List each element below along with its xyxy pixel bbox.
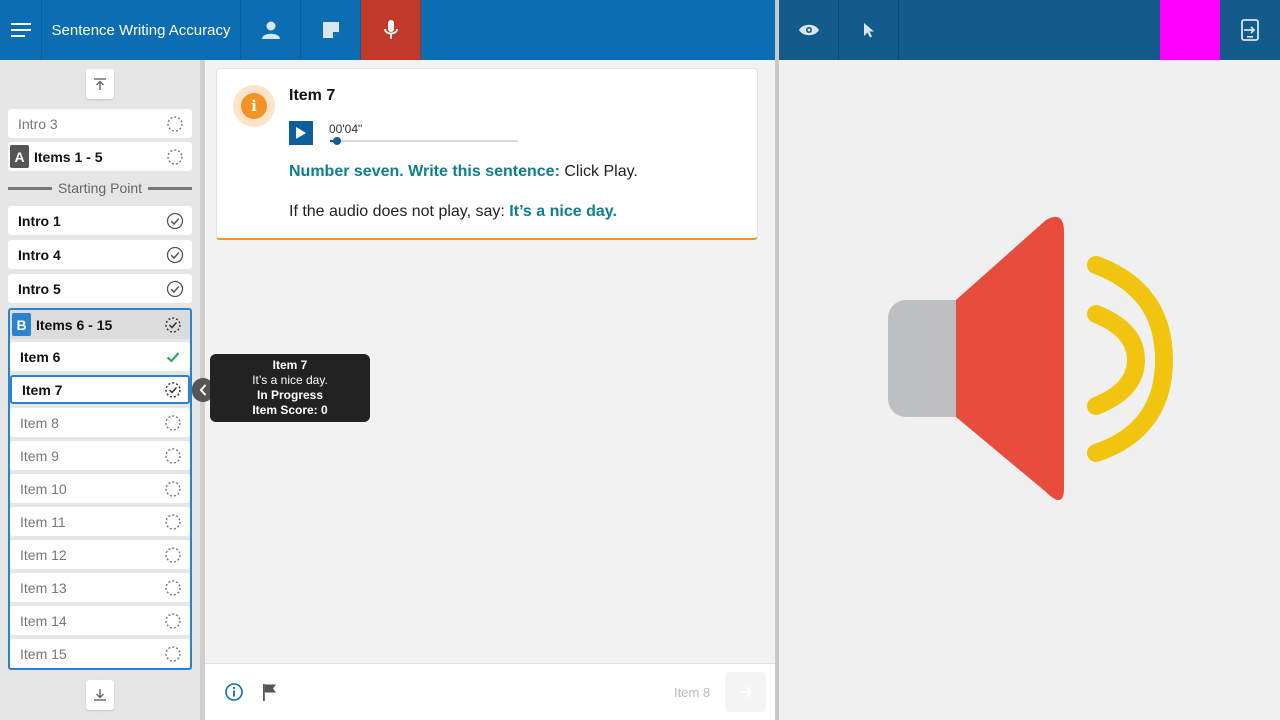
not-started-icon xyxy=(165,580,181,596)
card-title: Item 7 xyxy=(289,87,336,104)
section-b-group: B Items 6 - 15 Item 6 Item 7 Item 8 Item… xyxy=(8,308,192,670)
instruction-rest: Click Play. xyxy=(559,163,638,180)
notes-button[interactable] xyxy=(301,0,361,60)
starting-point-divider: Starting Point xyxy=(8,180,192,196)
section-a-badge: A xyxy=(10,145,29,168)
fallback-text: If the audio does not play, say: It’s a … xyxy=(289,203,617,221)
arrow-to-top-icon xyxy=(94,78,106,90)
not-started-icon xyxy=(165,514,181,530)
scroll-bottom-button[interactable] xyxy=(86,680,114,710)
section-a-label: Items 1 - 5 xyxy=(34,148,103,165)
tooltip-sentence: It’s a nice day. xyxy=(252,373,328,387)
not-started-icon xyxy=(167,116,183,132)
not-started-icon xyxy=(165,415,181,431)
microphone-button[interactable] xyxy=(361,0,421,60)
menu-button[interactable] xyxy=(0,0,42,60)
info-badge: i xyxy=(233,85,275,127)
completed-check-icon xyxy=(166,246,184,264)
section-b-label: Items 6 - 15 xyxy=(36,316,113,333)
audio-progress-knob[interactable] xyxy=(332,137,341,145)
arrow-right-icon xyxy=(738,686,752,698)
not-started-icon xyxy=(165,646,181,662)
play-button[interactable] xyxy=(289,121,313,145)
info-circle-icon[interactable] xyxy=(224,682,244,702)
sidebar-item-13[interactable]: Item 13 xyxy=(10,573,190,602)
not-started-icon xyxy=(165,448,181,464)
fallback-prefix: If the audio does not play, say: xyxy=(289,203,510,220)
item-card: i Item 7 00'04" Number seven. Write this… xyxy=(216,68,758,240)
sidebar-item-intro-5[interactable]: Intro 5 xyxy=(8,274,192,303)
sidebar-item-9[interactable]: Item 9 xyxy=(10,441,190,470)
microphone-icon xyxy=(383,20,398,39)
fallback-sentence: It’s a nice day. xyxy=(509,203,617,220)
next-item-label: Item 8 xyxy=(674,685,711,700)
not-started-icon xyxy=(165,547,181,563)
sidebar-item-intro-1[interactable]: Intro 1 xyxy=(8,206,192,235)
completed-check-icon xyxy=(166,212,184,230)
audio-progress-track[interactable] xyxy=(330,140,518,142)
sidebar-item-intro-4[interactable]: Intro 4 xyxy=(8,240,192,269)
sidebar-item-10[interactable]: Item 10 xyxy=(10,474,190,503)
sidebar-item-11[interactable]: Item 11 xyxy=(10,507,190,536)
tooltip-score: Item Score: 0 xyxy=(252,403,328,417)
sidebar-item-intro-3[interactable]: Intro 3 xyxy=(8,109,192,138)
play-icon xyxy=(296,127,306,139)
info-icon: i xyxy=(241,93,267,119)
student-button[interactable] xyxy=(241,0,301,60)
sidebar-item-8[interactable]: Item 8 xyxy=(10,408,190,437)
note-icon xyxy=(322,22,339,38)
not-started-icon xyxy=(165,481,181,497)
eye-icon xyxy=(798,24,819,36)
preview-button[interactable] xyxy=(779,0,839,60)
completed-check-icon xyxy=(166,280,184,298)
section-a-header[interactable]: A Items 1 - 5 xyxy=(8,142,192,171)
tablet-exit-icon xyxy=(1241,19,1259,41)
chevron-left-icon xyxy=(199,384,207,396)
not-started-icon xyxy=(167,149,183,165)
sidebar-item-14[interactable]: Item 14 xyxy=(10,606,190,635)
magenta-block xyxy=(1160,0,1220,60)
item-sidebar: Intro 3 A Items 1 - 5 Starting Point Int… xyxy=(0,60,200,720)
scroll-top-button[interactable] xyxy=(86,69,114,99)
bottom-bar: Item 8 xyxy=(205,663,775,720)
next-button[interactable] xyxy=(725,672,766,712)
arrow-to-bottom-icon xyxy=(94,689,106,701)
sidebar-item-7[interactable]: Item 7 xyxy=(10,375,190,404)
section-b-header[interactable]: B Items 6 - 15 xyxy=(10,310,190,339)
sidebar-item-12[interactable]: Item 12 xyxy=(10,540,190,569)
tooltip-status: In Progress xyxy=(256,388,324,402)
correct-check-icon xyxy=(166,352,180,363)
flag-icon[interactable] xyxy=(260,682,280,702)
section-b-badge: B xyxy=(12,313,31,336)
stage-area xyxy=(779,60,1280,720)
pointer-button[interactable] xyxy=(839,0,899,60)
cursor-icon xyxy=(863,23,874,38)
instruction-bold: Number seven. Write this sentence: xyxy=(289,163,560,180)
app-title: Sentence Writing Accuracy xyxy=(42,0,241,60)
stage-toolbar xyxy=(779,0,1280,60)
tooltip-title: Item 7 xyxy=(272,358,308,372)
starting-point-label: Starting Point xyxy=(57,180,143,196)
item-tooltip: Item 7 It’s a nice day. In Progress Item… xyxy=(210,354,370,422)
instruction-text: Number seven. Write this sentence: Click… xyxy=(289,163,638,181)
sidebar-item-6[interactable]: Item 6 xyxy=(10,342,190,371)
speaker-icon xyxy=(888,216,1174,501)
in-progress-icon xyxy=(165,382,181,398)
not-started-icon xyxy=(165,613,181,629)
person-icon xyxy=(261,21,280,39)
exit-stage-button[interactable] xyxy=(1220,0,1280,60)
audio-time: 00'04" xyxy=(329,122,363,136)
in-progress-icon xyxy=(165,317,181,333)
top-toolbar: Sentence Writing Accuracy xyxy=(0,0,775,60)
sidebar-item-15[interactable]: Item 15 xyxy=(10,639,190,668)
hamburger-icon xyxy=(10,23,31,37)
